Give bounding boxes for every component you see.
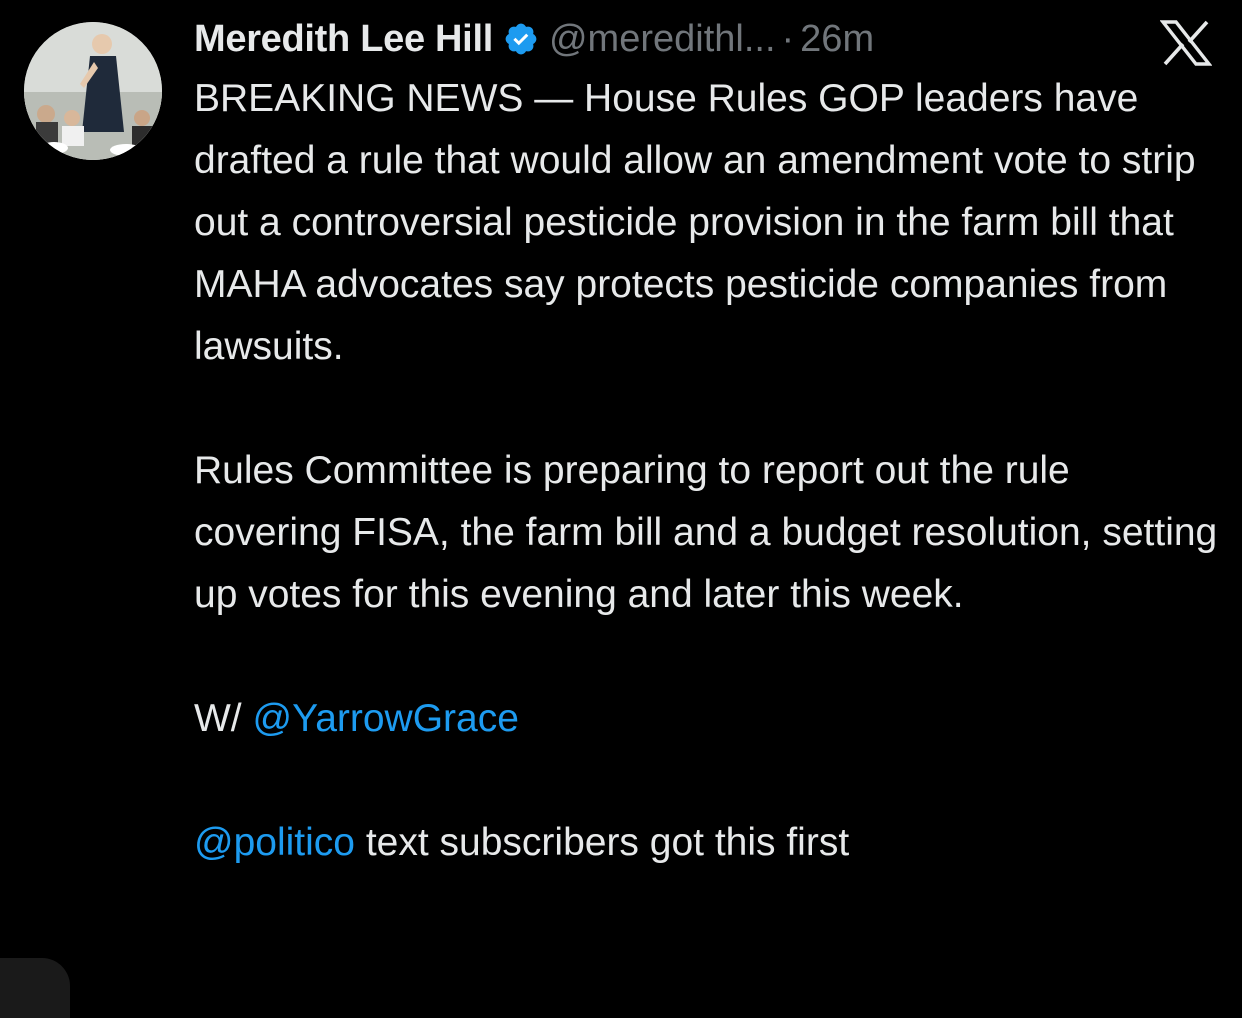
tweet-footer-line: @politico text subscribers got this firs… xyxy=(194,812,1224,874)
verified-badge-icon xyxy=(503,21,539,57)
partial-ui-element xyxy=(0,958,70,1018)
tweet-timestamp[interactable]: 26m xyxy=(800,18,874,61)
tweet-body: BREAKING NEWS — House Rules GOP leaders … xyxy=(194,68,1224,874)
avatar[interactable] xyxy=(24,22,162,160)
author-display-name[interactable]: Meredith Lee Hill xyxy=(194,18,493,61)
mention-yarrowgrace-link[interactable]: @YarrowGrace xyxy=(252,697,518,740)
tweet-with-line: W/ @YarrowGrace xyxy=(194,688,1224,750)
mention-politico-link[interactable]: @politico xyxy=(194,821,355,864)
tweet-paragraph-2: Rules Committee is preparing to report o… xyxy=(194,449,1218,616)
tweet-header: Meredith Lee Hill @meredithl... · 26m xyxy=(194,14,1224,64)
separator-dot: · xyxy=(781,17,795,60)
author-handle[interactable]: @meredithl... xyxy=(549,18,776,61)
tweet-paragraph-1: BREAKING NEWS — House Rules GOP leaders … xyxy=(194,77,1196,368)
tweet[interactable]: Meredith Lee Hill @meredithl... · 26m BR… xyxy=(194,14,1224,874)
avatar-photo xyxy=(24,22,162,160)
with-prefix: W/ xyxy=(194,697,253,740)
footer-text: text subscribers got this first xyxy=(355,821,850,864)
x-logo-icon[interactable] xyxy=(1159,20,1213,66)
